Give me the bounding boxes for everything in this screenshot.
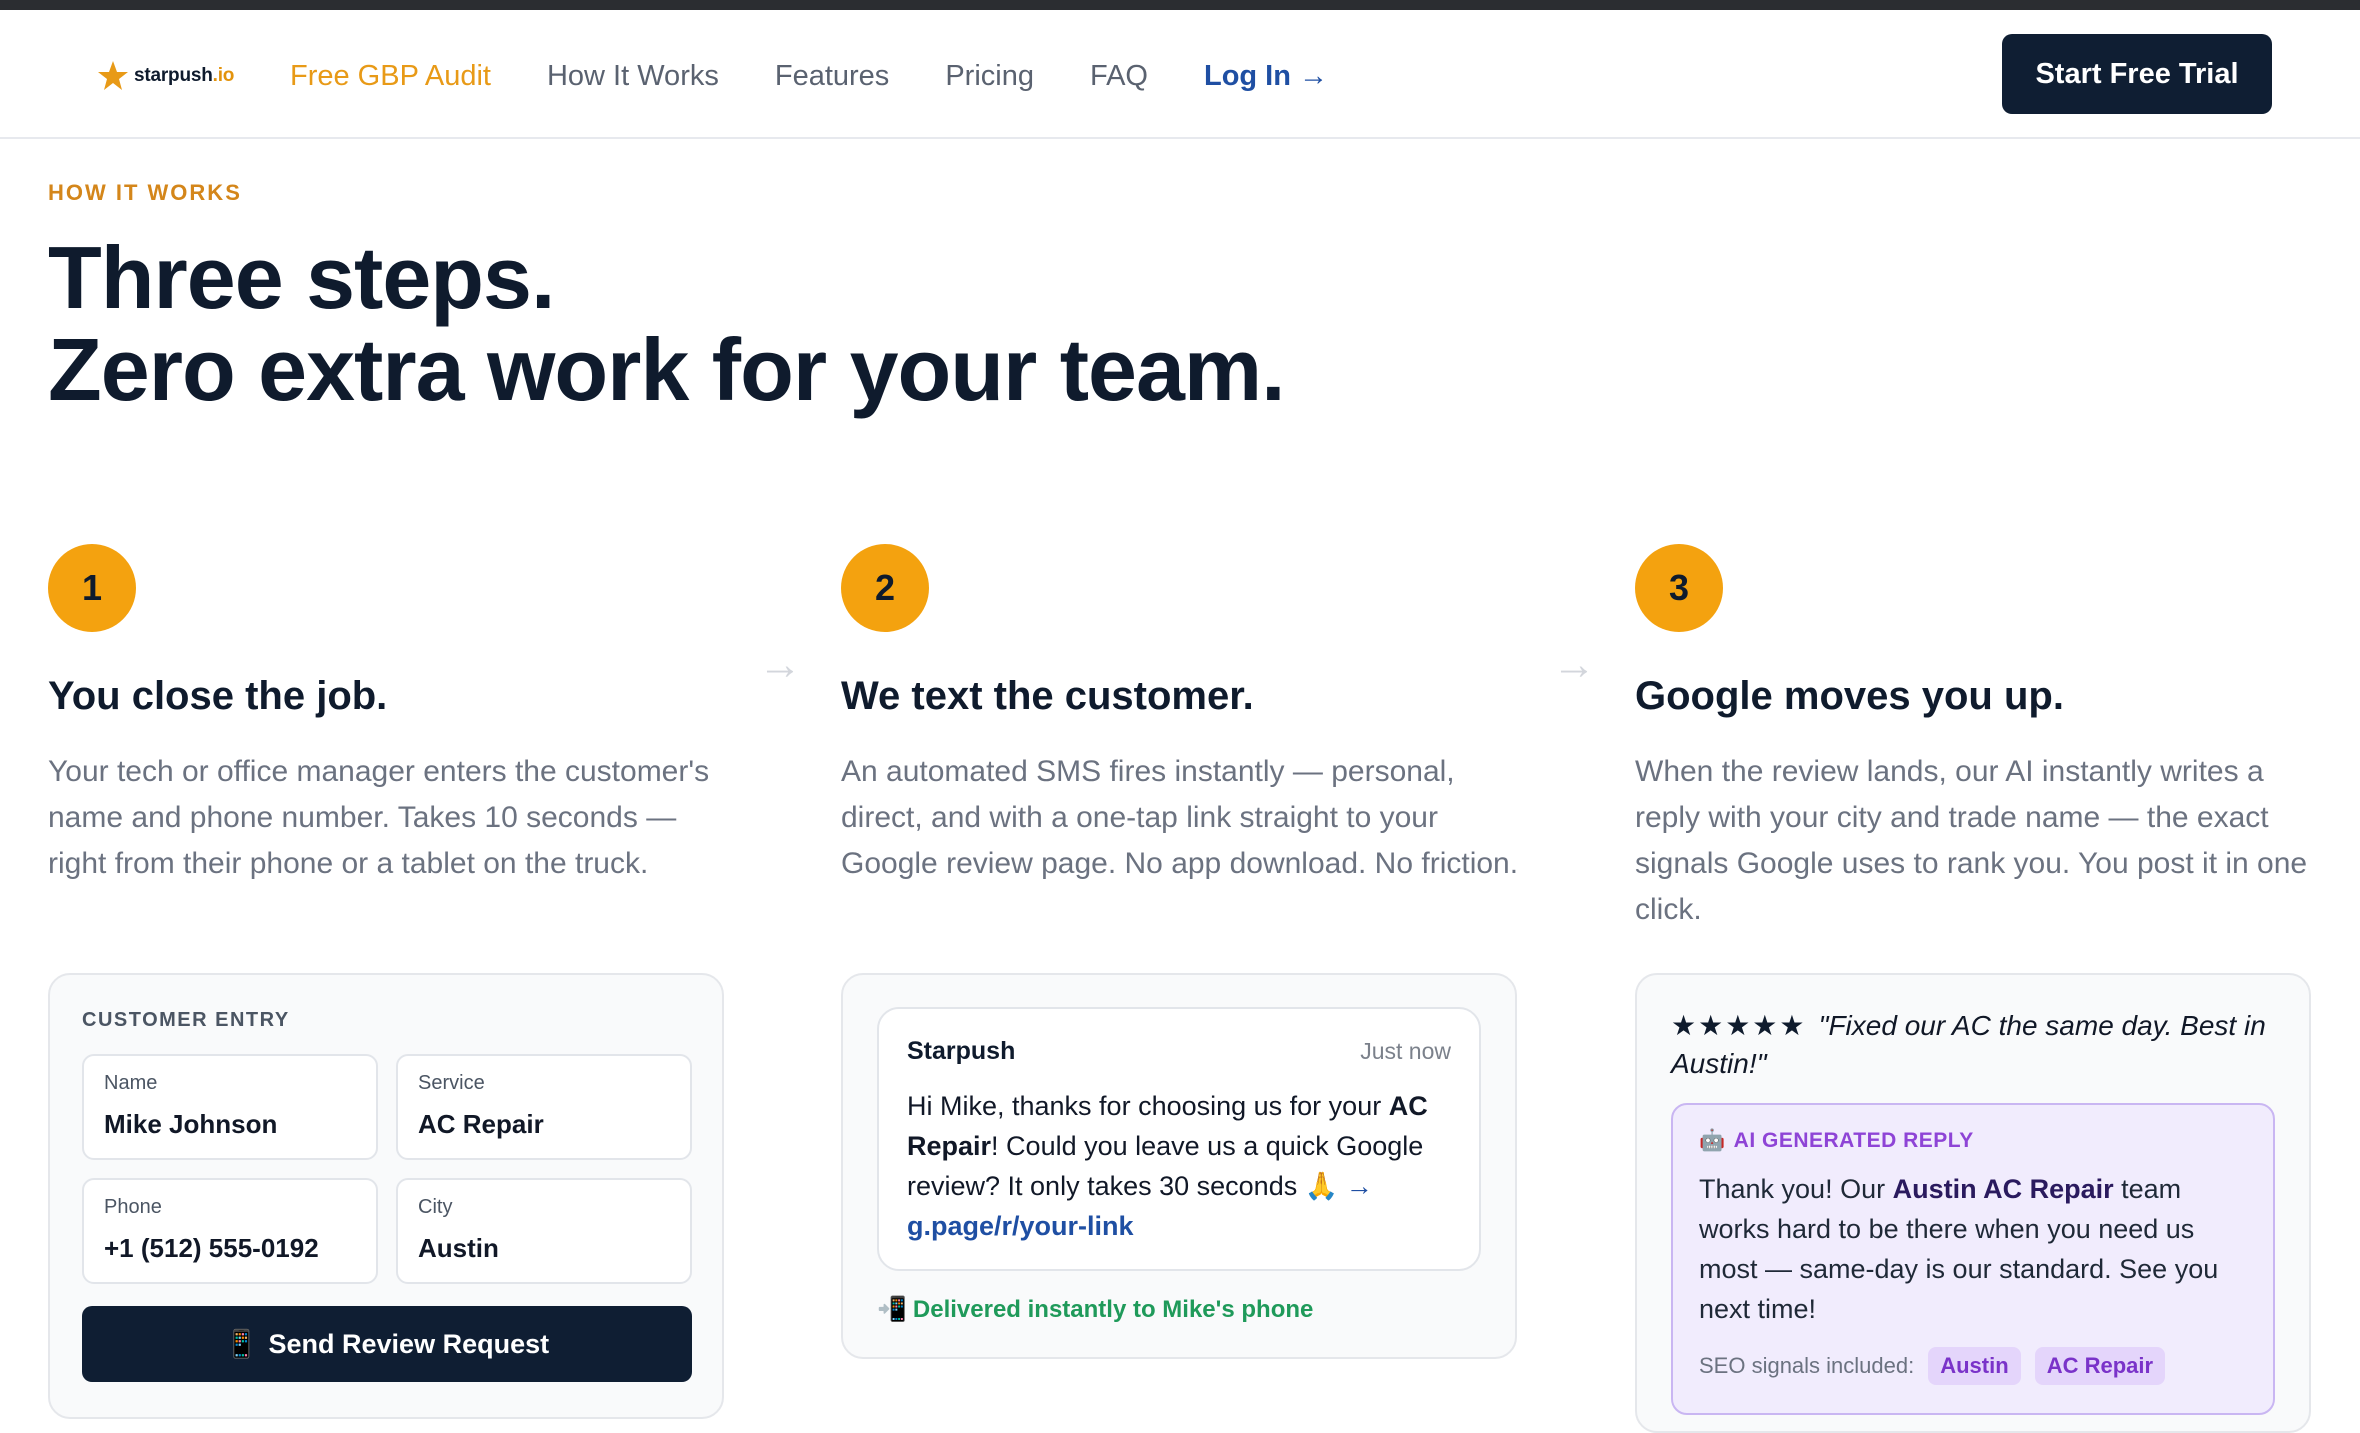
service-field[interactable]: Service AC Repair — [396, 1054, 692, 1160]
five-star-rating-icon: ★★★★★ — [1671, 1010, 1807, 1041]
step-title: We text the customer. — [841, 674, 1254, 718]
sms-message: Hi Mike, thanks for choosing us for your… — [907, 1086, 1451, 1246]
step-number-badge: 3 — [1635, 544, 1723, 632]
card-label: CUSTOMER ENTRY — [82, 1009, 290, 1031]
field-value: Austin — [418, 1233, 499, 1263]
phone-icon: 📱 — [224, 1329, 259, 1359]
nav-links: Free GBP Audit How It Works Features Pri… — [290, 56, 1328, 96]
arrow-right-icon: → — [758, 640, 802, 689]
step-title: You close the job. — [48, 674, 388, 718]
browser-top-strip — [0, 0, 2360, 10]
customer-entry-card: CUSTOMER ENTRY Name Mike Johnson Service… — [48, 973, 724, 1419]
field-label: Service — [418, 1072, 485, 1094]
phone-field[interactable]: Phone +1 (512) 555-0192 — [82, 1178, 378, 1284]
field-value: AC Repair — [418, 1109, 544, 1139]
step-description: Your tech or office manager enters the c… — [48, 755, 710, 880]
ai-reply-text: Thank you! Our Austin AC Repair team wor… — [1699, 1169, 2247, 1329]
step-3: 3 Google moves you up. When the review l… — [1635, 544, 2315, 933]
star-logo-icon — [98, 61, 128, 90]
seo-tag-city: Austin — [1928, 1347, 2021, 1385]
step-number-badge: 2 — [841, 544, 929, 632]
sms-text: Hi Mike, thanks for choosing us for your — [907, 1091, 1389, 1121]
logo-text: starpush.io — [134, 65, 235, 86]
field-value: +1 (512) 555-0192 — [104, 1233, 319, 1263]
sms-bubble: Starpush Just now Hi Mike, thanks for ch… — [877, 1007, 1481, 1271]
section-headline: Three steps. Zero extra work for your te… — [48, 232, 1548, 416]
field-label: Phone — [104, 1196, 162, 1218]
step-description: An automated SMS fires instantly — perso… — [841, 755, 1519, 880]
step-description: When the review lands, our AI instantly … — [1635, 755, 2308, 926]
nav-link-faq[interactable]: FAQ — [1090, 60, 1148, 93]
sms-header: Starpush Just now — [907, 1037, 1451, 1066]
section-eyebrow: HOW IT WORKS — [48, 180, 242, 205]
headline-line-2: Zero extra work for your team. — [48, 320, 1286, 419]
field-grid: Name Mike Johnson Service AC Repair Phon… — [82, 1054, 692, 1284]
button-label: Send Review Request — [268, 1328, 550, 1359]
step-2: 2 We text the customer. An automated SMS… — [841, 544, 1521, 887]
nav-link-how-it-works[interactable]: How It Works — [547, 60, 719, 93]
nav-link-pricing[interactable]: Pricing — [945, 60, 1034, 93]
city-field[interactable]: City Austin — [396, 1178, 692, 1284]
customer-review: ★★★★★ "Fixed our AC the same day. Best in… — [1671, 1007, 2275, 1083]
send-review-request-button[interactable]: 📱 Send Review Request — [82, 1306, 692, 1382]
seo-tag-service: AC Repair — [2034, 1347, 2166, 1385]
nav-link-features[interactable]: Features — [775, 60, 889, 93]
top-nav: starpush.io Free GBP Audit How It Works … — [0, 10, 2360, 139]
arrow-right-icon: → — [1552, 640, 1596, 689]
field-label: Name — [104, 1072, 158, 1094]
phone-arrow-icon: 📲 — [877, 1296, 907, 1323]
field-label: City — [418, 1196, 453, 1218]
start-free-trial-button[interactable]: Start Free Trial — [2002, 34, 2272, 114]
ai-reply-box: 🤖 AI GENERATED REPLY Thank you! Our Aust… — [1671, 1103, 2275, 1415]
reply-keyword: Austin AC Repair — [1892, 1174, 2114, 1204]
logo[interactable]: starpush.io — [96, 56, 234, 96]
ai-reply-label: 🤖 AI GENERATED REPLY — [1699, 1129, 2247, 1153]
reply-text: Thank you! Our — [1699, 1174, 1893, 1204]
step-title: Google moves you up. — [1635, 674, 2064, 718]
field-value: Mike Johnson — [104, 1109, 278, 1139]
nav-link-login[interactable]: Log In → — [1204, 60, 1328, 93]
name-field[interactable]: Name Mike Johnson — [82, 1054, 378, 1160]
nav-link-free-gbp-audit[interactable]: Free GBP Audit — [290, 60, 491, 93]
delivered-text: Delivered instantly to Mike's phone — [912, 1295, 1314, 1323]
sms-timestamp: Just now — [1360, 1038, 1451, 1064]
seo-signals: SEO signals included: Austin AC Repair — [1699, 1347, 2247, 1385]
step-number-badge: 1 — [48, 544, 136, 632]
headline-line-1: Three steps. — [48, 228, 555, 327]
sms-preview-card: Starpush Just now Hi Mike, thanks for ch… — [841, 973, 1517, 1359]
delivered-status: 📲 Delivered instantly to Mike's phone — [877, 1295, 1481, 1324]
step-1: 1 You close the job. Your tech or office… — [48, 544, 728, 887]
review-reply-card: ★★★★★ "Fixed our AC the same day. Best in… — [1635, 973, 2311, 1433]
robot-icon: 🤖 — [1699, 1129, 1726, 1152]
seo-label: SEO signals included: — [1699, 1353, 1915, 1378]
sms-sender: Starpush — [907, 1037, 1016, 1065]
ai-label-text: AI GENERATED REPLY — [1733, 1129, 1974, 1152]
